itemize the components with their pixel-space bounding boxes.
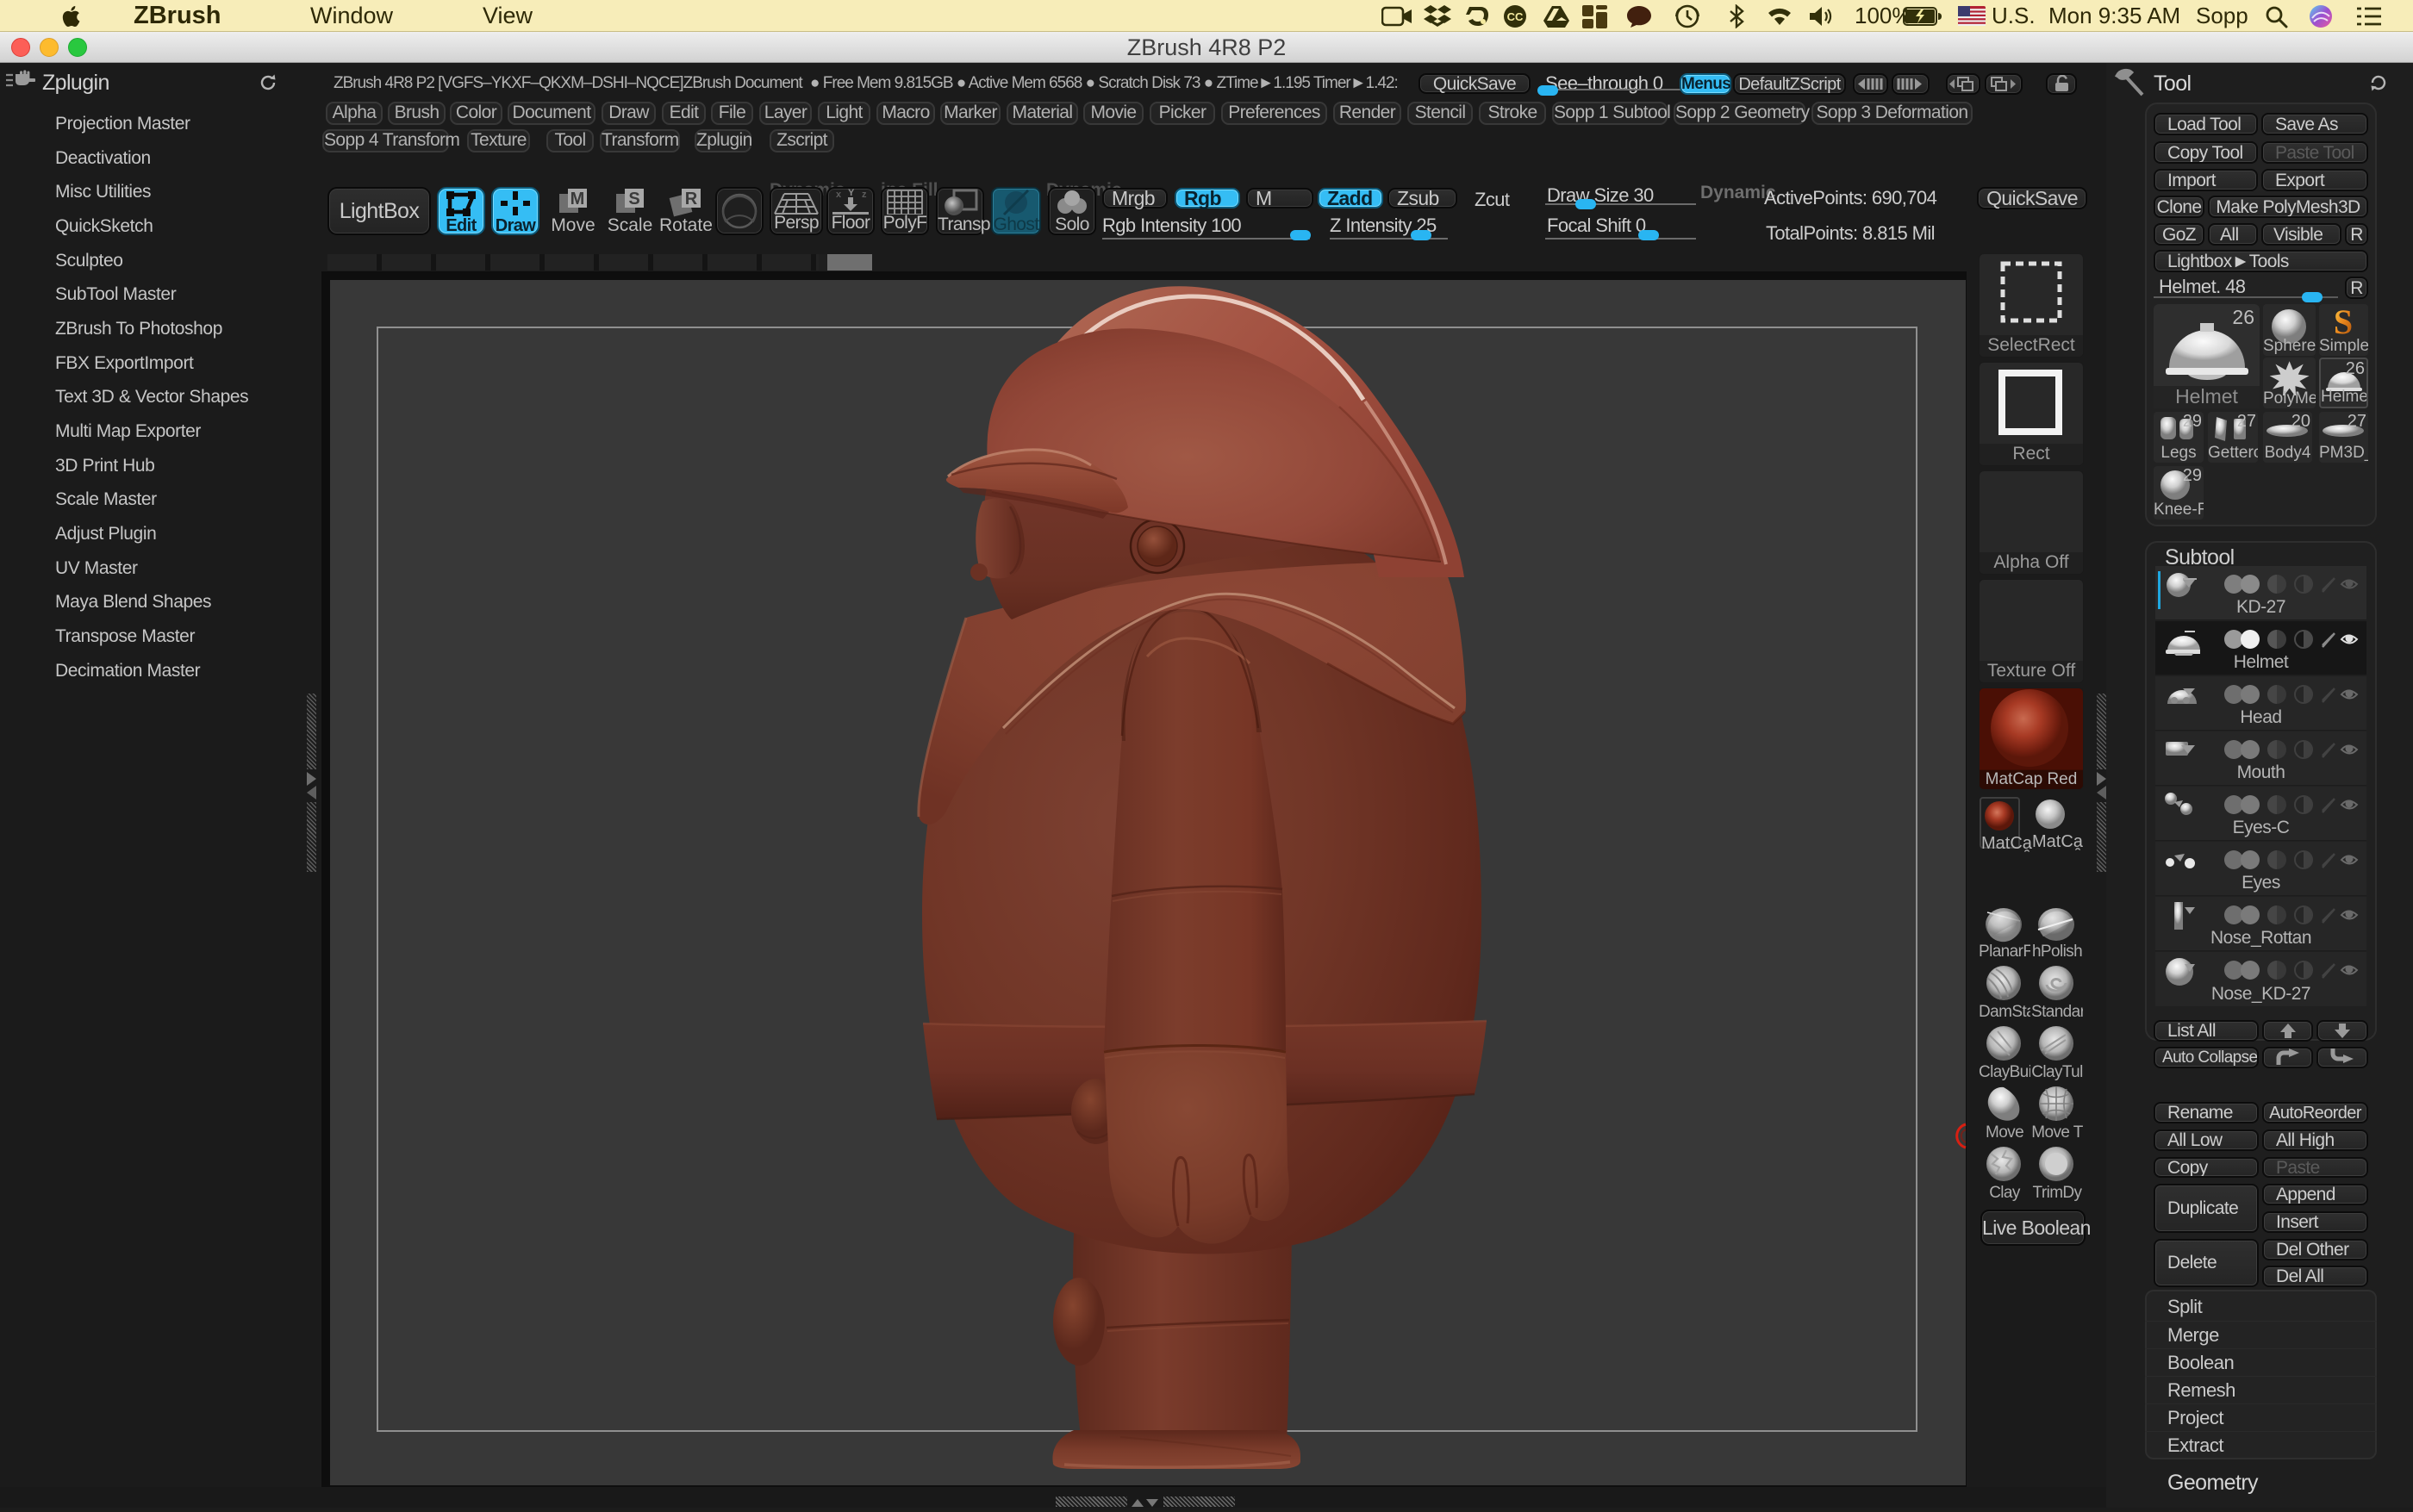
- svg-text:M: M: [571, 190, 585, 208]
- svg-text:CC: CC: [1507, 10, 1524, 23]
- svg-text:R: R: [685, 190, 698, 208]
- svg-text:Y: Y: [848, 189, 855, 198]
- svg-text:z: z: [862, 190, 867, 200]
- svg-text:S: S: [628, 190, 639, 208]
- svg-text:S: S: [2334, 304, 2353, 340]
- svg-text:x: x: [836, 190, 842, 200]
